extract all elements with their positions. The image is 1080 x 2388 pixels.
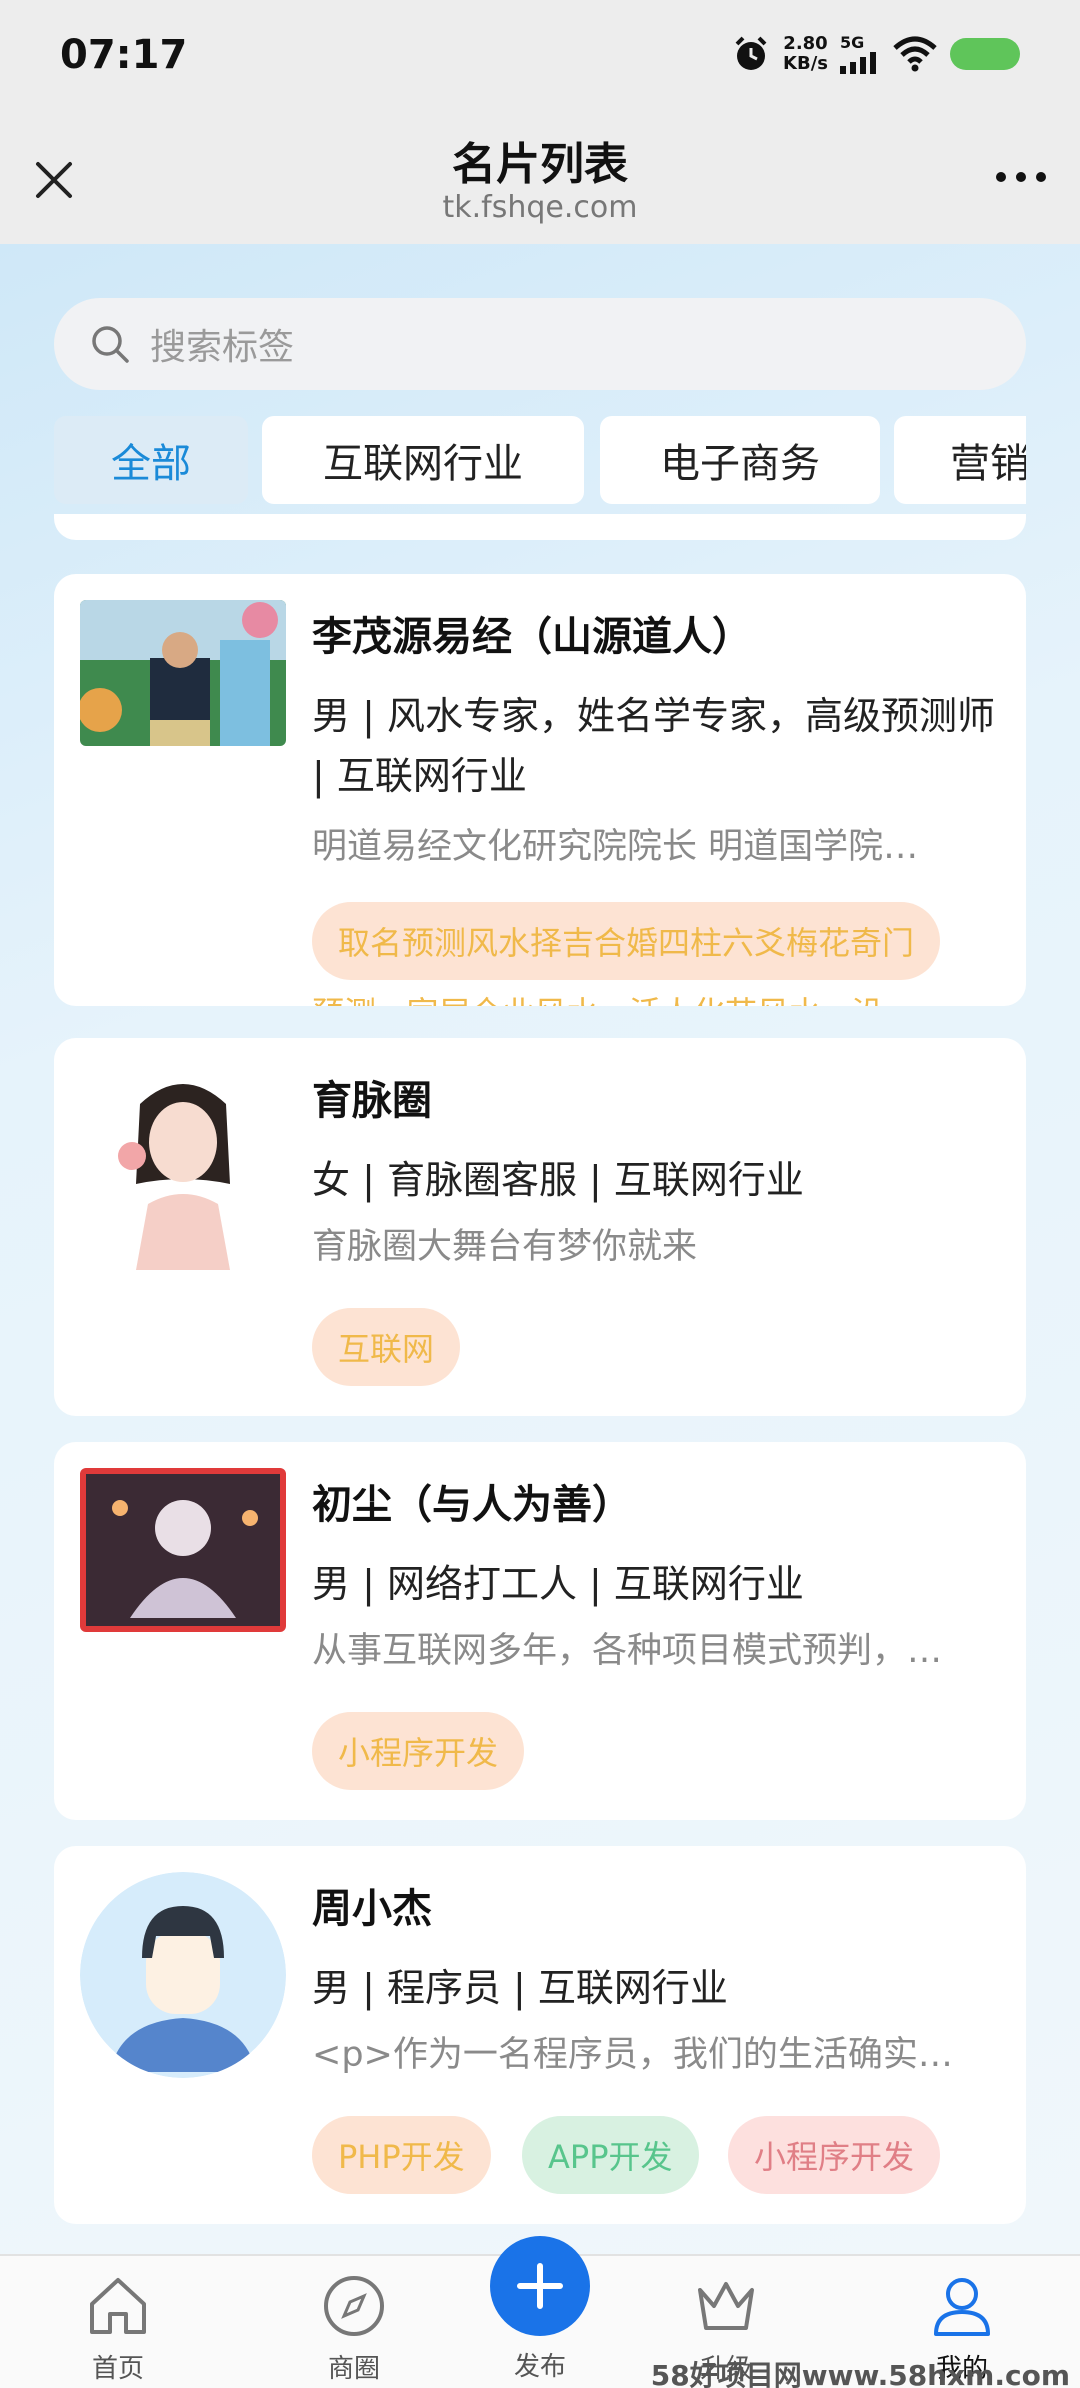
card-meta: 男 | 风水专家，姓名学专家，高级预测师 | 互联网行业 — [312, 694, 995, 798]
status-bar: 07:17 2.80 KB/s 5G — [0, 0, 1080, 118]
network-speed: 2.80 KB/s — [783, 33, 828, 74]
nav-bar: 名片列表 tk.fshqe.com — [0, 118, 1080, 244]
avatar — [80, 1872, 286, 2078]
card-tag[interactable]: 小程序开发 — [728, 2116, 941, 2194]
status-time: 07:17 — [60, 32, 188, 78]
avatar — [80, 600, 286, 746]
tabbar-home[interactable]: 首页 — [48, 2270, 188, 2385]
tabbar-circle[interactable]: 商圈 — [284, 2270, 424, 2385]
card-desc: 育脉圈大舞台有梦你就来 — [312, 1227, 698, 1267]
card-name: 李茂源易经（山源道人） — [312, 614, 752, 660]
crown-icon — [698, 2282, 754, 2330]
home-icon — [90, 2278, 146, 2334]
plus-icon — [517, 2263, 563, 2309]
search-icon — [92, 326, 129, 363]
card-tag[interactable]: 取名预测风水择吉合婚四柱六爻梅花奇门 — [312, 902, 941, 980]
more-icon[interactable] — [996, 172, 1046, 182]
battery-icon — [950, 38, 1020, 70]
user-icon — [934, 2278, 990, 2336]
card-name: 育脉圈 — [312, 1078, 432, 1124]
avatar — [80, 1468, 286, 1632]
signal-icon: 5G — [840, 34, 880, 74]
compass-icon — [324, 2276, 384, 2336]
card-tag[interactable]: APP开发 — [522, 2116, 699, 2194]
card-tag[interactable]: 小程序开发 — [312, 1712, 525, 1790]
card-desc: 从事互联网多年，各种项目模式预判，… — [312, 1631, 943, 1671]
avatar — [80, 1064, 286, 1270]
wifi-icon — [893, 36, 937, 72]
card-tag[interactable]: PHP开发 — [312, 2116, 491, 2194]
card-tag[interactable]: 互联网 — [312, 1308, 461, 1386]
tab-marketing[interactable]: 营销 — [894, 416, 1026, 504]
profile-card[interactable]: 周小杰 男 | 程序员 | 互联网行业 <p>作为一名程序员，我们的生活确实… … — [54, 1846, 1026, 2224]
card-name: 初尘（与人为善） — [312, 1482, 632, 1528]
card-name: 周小杰 — [312, 1886, 432, 1932]
profile-card[interactable]: 育脉圈 女 | 育脉圈客服 | 互联网行业 育脉圈大舞台有梦你就来 互联网 — [54, 1038, 1026, 1416]
search-bar[interactable]: 搜索标签 — [54, 298, 1026, 390]
page-title: 名片列表 — [452, 139, 628, 190]
card-desc: 明道易经文化研究院院长 明道国学院… — [312, 827, 919, 867]
card-peek — [54, 514, 1026, 540]
card-meta: 男 | 网络打工人 | 互联网行业 — [312, 1562, 804, 1606]
card-meta: 男 | 程序员 | 互联网行业 — [312, 1966, 728, 2010]
profile-card[interactable]: 李茂源易经（山源道人） 男 | 风水专家，姓名学专家，高级预测师 | 互联网行业… — [54, 574, 1026, 1006]
watermark: 58好项目网www.58hxm.com — [650, 2359, 1070, 2388]
search-input[interactable]: 搜索标签 — [150, 318, 294, 370]
alarm-icon — [735, 36, 767, 70]
card-desc: <p>作为一名程序员，我们的生活确实… — [312, 2035, 953, 2075]
page-url: tk.fshqe.com — [442, 190, 638, 225]
tab-internet[interactable]: 互联网行业 — [262, 416, 584, 504]
card-tag-overflow: 预测 · 家居企业风水 · 活人化苗风水 · 沿 — [312, 988, 884, 1006]
publish-label: 发布 — [513, 2352, 566, 2382]
category-tabs: 全部 互联网行业 电子商务 营销 — [54, 416, 1026, 508]
publish-button[interactable] — [490, 2236, 590, 2336]
card-meta: 女 | 育脉圈客服 | 互联网行业 — [312, 1158, 804, 1202]
status-icons: 2.80 KB/s 5G — [731, 34, 1020, 74]
tab-ecommerce[interactable]: 电子商务 — [600, 416, 880, 504]
tab-all[interactable]: 全部 — [54, 416, 248, 504]
profile-card[interactable]: 初尘（与人为善） 男 | 网络打工人 | 互联网行业 从事互联网多年，各种项目模… — [54, 1442, 1026, 1820]
content-area: 搜索标签 全部 互联网行业 电子商务 营销 李茂源易经（山源道人） 男 | 风水… — [0, 244, 1080, 2254]
